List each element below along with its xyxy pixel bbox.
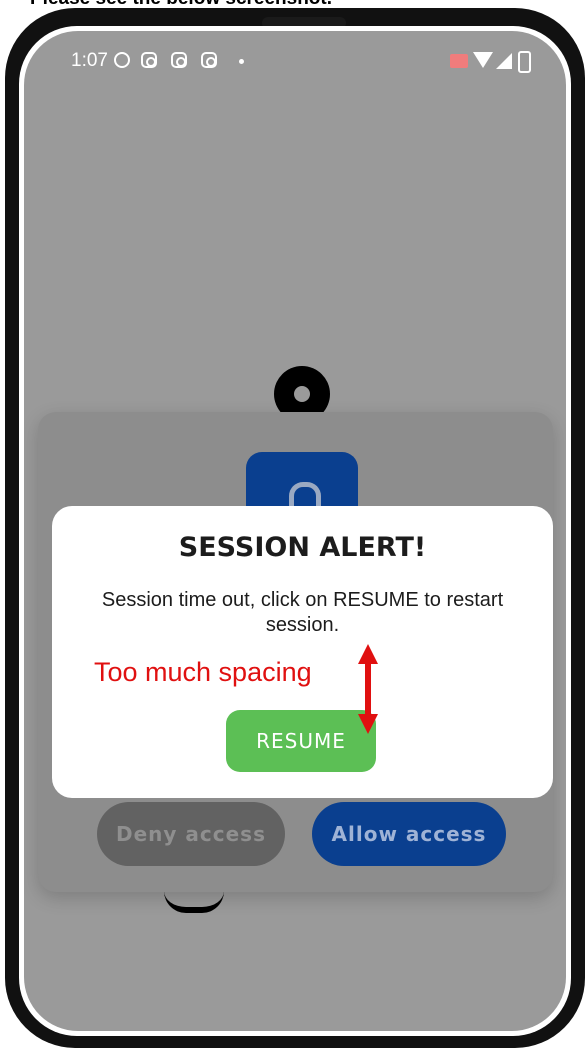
instagram-icon — [171, 52, 187, 68]
cast-icon — [450, 54, 468, 68]
wifi-icon — [473, 52, 493, 68]
status-time: 1:07 — [71, 50, 108, 71]
instagram-icon — [201, 52, 217, 68]
screen: 1:07 Deny access Allow access SESSION AL… — [24, 31, 566, 1031]
status-bar: 1:07 — [24, 31, 566, 91]
battery-icon — [518, 51, 531, 73]
allow-access-button[interactable]: Allow access — [312, 802, 506, 866]
signal-icon — [496, 53, 512, 69]
dialog-title: SESSION ALERT! — [178, 532, 427, 563]
dialog-message: Session time out, click on RESUME to res… — [101, 589, 504, 636]
headset-icon — [114, 52, 130, 68]
session-alert-dialog: SESSION ALERT! Session time out, click o… — [52, 506, 553, 798]
annotation-text: Too much spacing — [94, 657, 312, 687]
background-swoosh — [164, 891, 224, 913]
deny-access-button[interactable]: Deny access — [97, 802, 285, 866]
instagram-icon — [141, 52, 157, 68]
dot-icon — [239, 59, 244, 64]
resume-button[interactable]: RESUME — [226, 710, 376, 772]
double-arrow-icon — [358, 644, 378, 734]
unlock-icon — [289, 482, 321, 507]
